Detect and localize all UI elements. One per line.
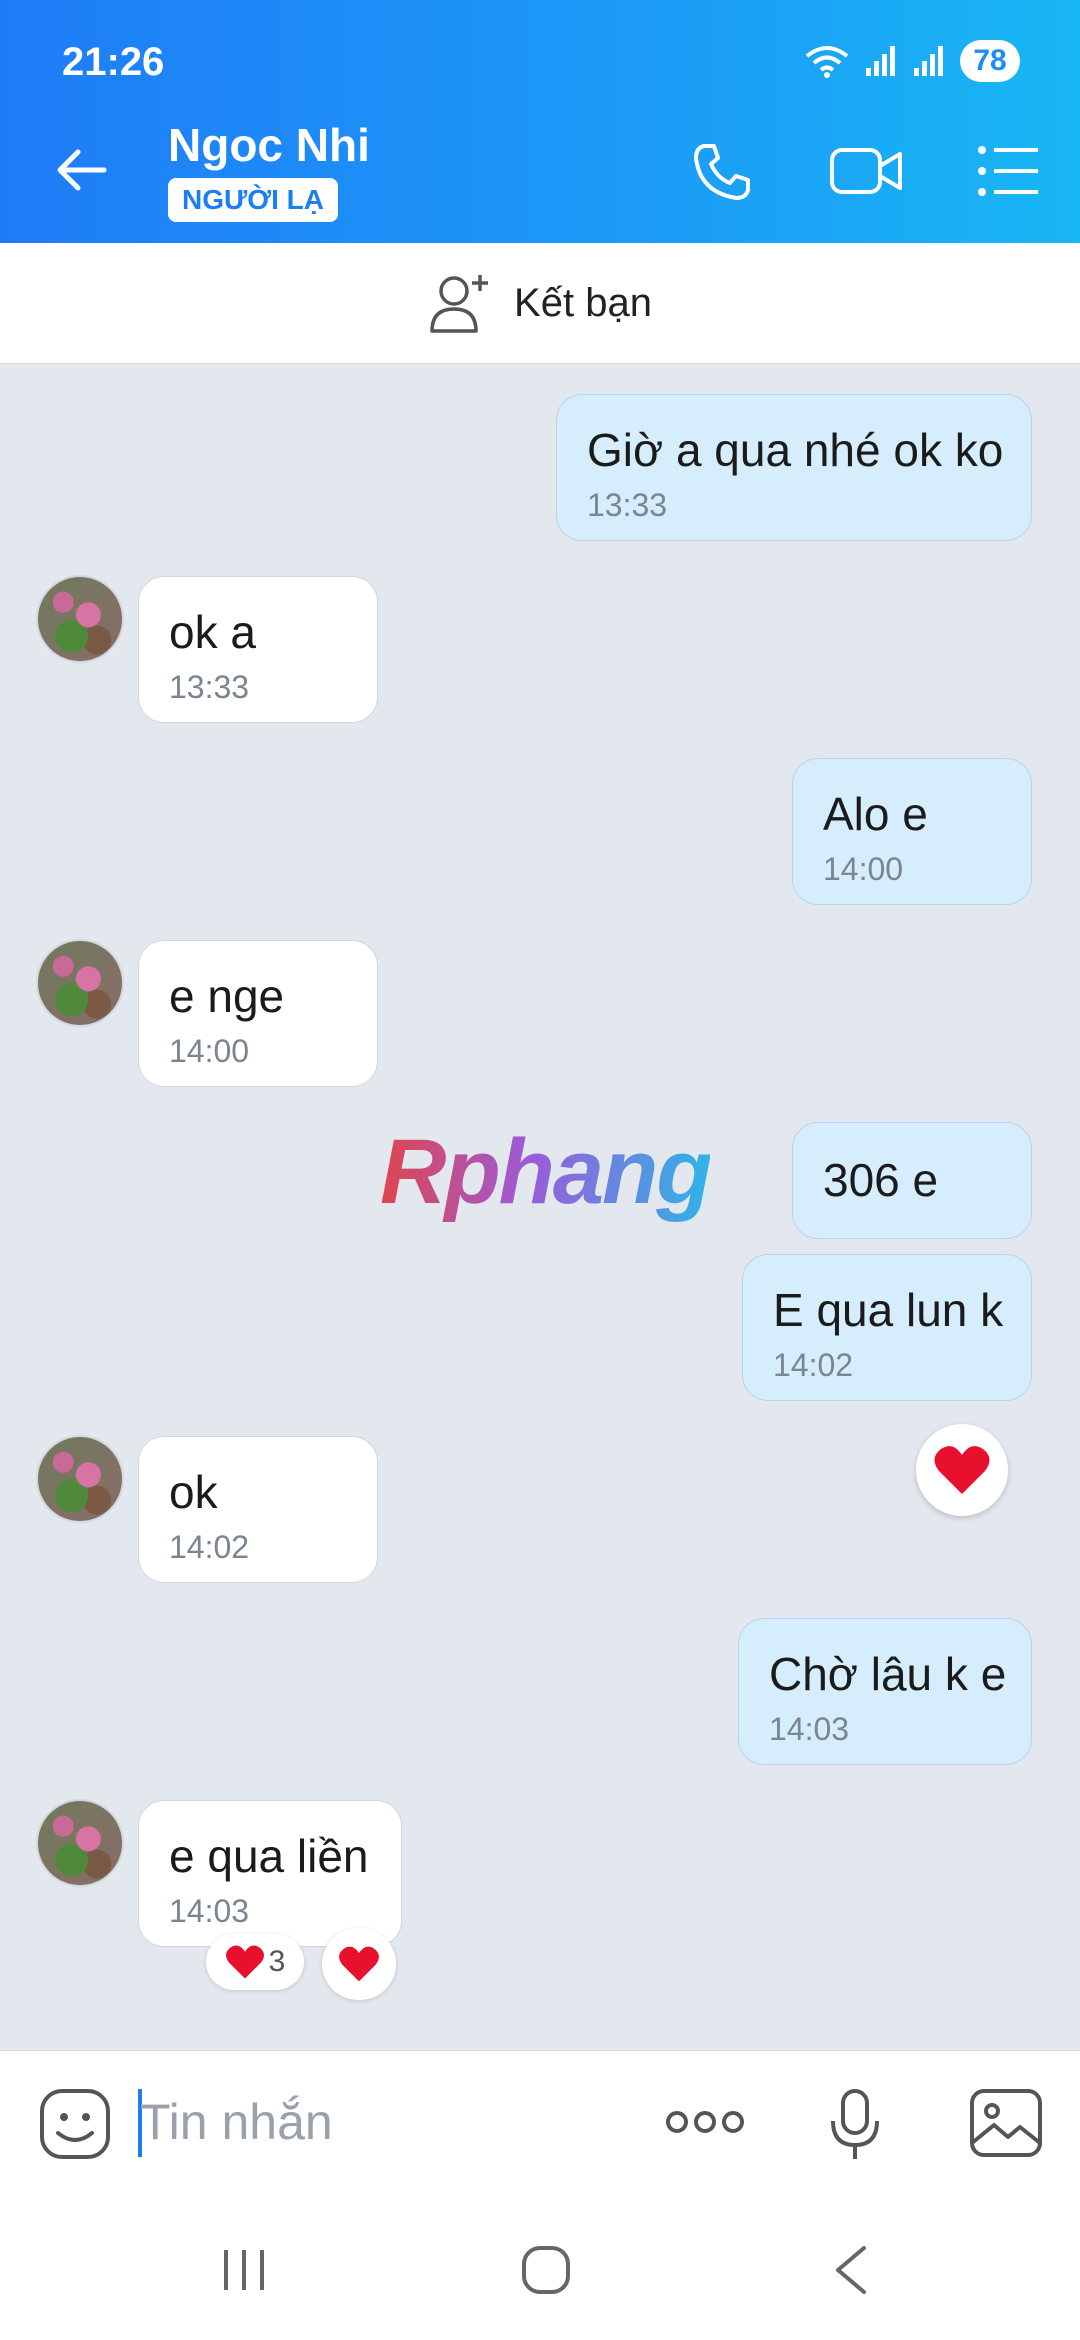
heart-reaction-button[interactable] [322,1928,396,2000]
message-bubble[interactable]: e qua liền 14:03 [138,1800,402,1947]
message-input[interactable]: Tin nhắn [140,2093,333,2151]
phone-call-icon[interactable] [690,140,752,202]
stranger-badge: NGƯỜI LẠ [168,178,338,222]
message-bubble[interactable]: ok a 13:33 [138,576,378,723]
sticker-emoji-icon[interactable] [38,2087,112,2161]
image-gallery-icon[interactable] [968,2087,1044,2159]
message-text: e qua liền [169,1830,369,1882]
avatar[interactable] [36,575,124,663]
system-nav-bar [0,2198,1080,2340]
signal-icon [866,46,895,76]
message-time: 14:03 [769,1711,850,1747]
reaction-count-chip[interactable]: 3 [206,1934,304,1990]
message-text: ok a [169,606,256,658]
message-text: Alo e [823,788,928,840]
message-bubble[interactable]: E qua lun k 14:02 [742,1254,1032,1401]
recent-apps-icon[interactable] [220,2246,268,2294]
heart-icon [339,1946,379,1982]
microphone-icon[interactable] [828,2087,882,2163]
message-time: 13:33 [587,487,668,523]
chat-header: 21:26 78 Ngoc Nhi NGƯỜI LẠ [0,0,1080,243]
message-time: 14:00 [823,851,904,887]
reaction-count: 3 [268,1945,286,1978]
add-friend-label: Kết bạn [514,280,652,325]
message-bubble[interactable]: 306 e [792,1122,1032,1239]
message-time: 14:00 [169,1033,250,1069]
add-friend-icon [430,275,489,333]
message-text: Chờ lâu k e [769,1648,1007,1700]
message-time: 13:33 [169,669,250,705]
contact-name[interactable]: Ngoc Nhi [168,118,370,172]
battery-level: 78 [960,40,1020,82]
heart-reaction[interactable] [916,1424,1008,1516]
message-bubble[interactable]: Giờ a qua nhé ok ko 13:33 [556,394,1032,541]
message-bubble[interactable]: ok 14:02 [138,1436,378,1583]
message-bubble[interactable]: Alo e 14:00 [792,758,1032,905]
signal-icon-2 [914,46,943,76]
message-bubble[interactable]: Chờ lâu k e 14:03 [738,1618,1032,1765]
nav-back-icon[interactable] [830,2244,870,2296]
status-icons: 78 [804,40,1020,82]
menu-list-icon[interactable] [976,140,1040,202]
wifi-icon [805,46,849,78]
message-time: 14:03 [169,1893,250,1929]
message-text: Giờ a qua nhé ok ko [587,424,1004,476]
message-time: 14:02 [773,1347,854,1383]
video-call-icon[interactable] [828,140,904,202]
avatar[interactable] [36,1435,124,1523]
back-arrow-icon[interactable] [52,140,112,200]
more-options-icon[interactable] [664,2107,746,2137]
heart-icon [934,1446,990,1494]
avatar[interactable] [36,939,124,1027]
message-text: 306 e [823,1154,939,1206]
message-time: 14:02 [169,1529,250,1565]
add-friend-bar[interactable]: Kết bạn [0,243,1080,364]
message-bubble[interactable]: e nge 14:00 [138,940,378,1087]
status-time: 21:26 [62,40,165,84]
watermark-logo: Rphang [380,1121,712,1223]
message-text: ok [169,1466,218,1518]
avatar[interactable] [36,1799,124,1887]
message-text: e nge [169,970,285,1022]
home-icon[interactable] [520,2244,572,2296]
heart-icon [225,1945,264,1979]
message-composer: Tin nhắn [0,2050,1080,2199]
message-text: E qua lun k [773,1284,1004,1336]
